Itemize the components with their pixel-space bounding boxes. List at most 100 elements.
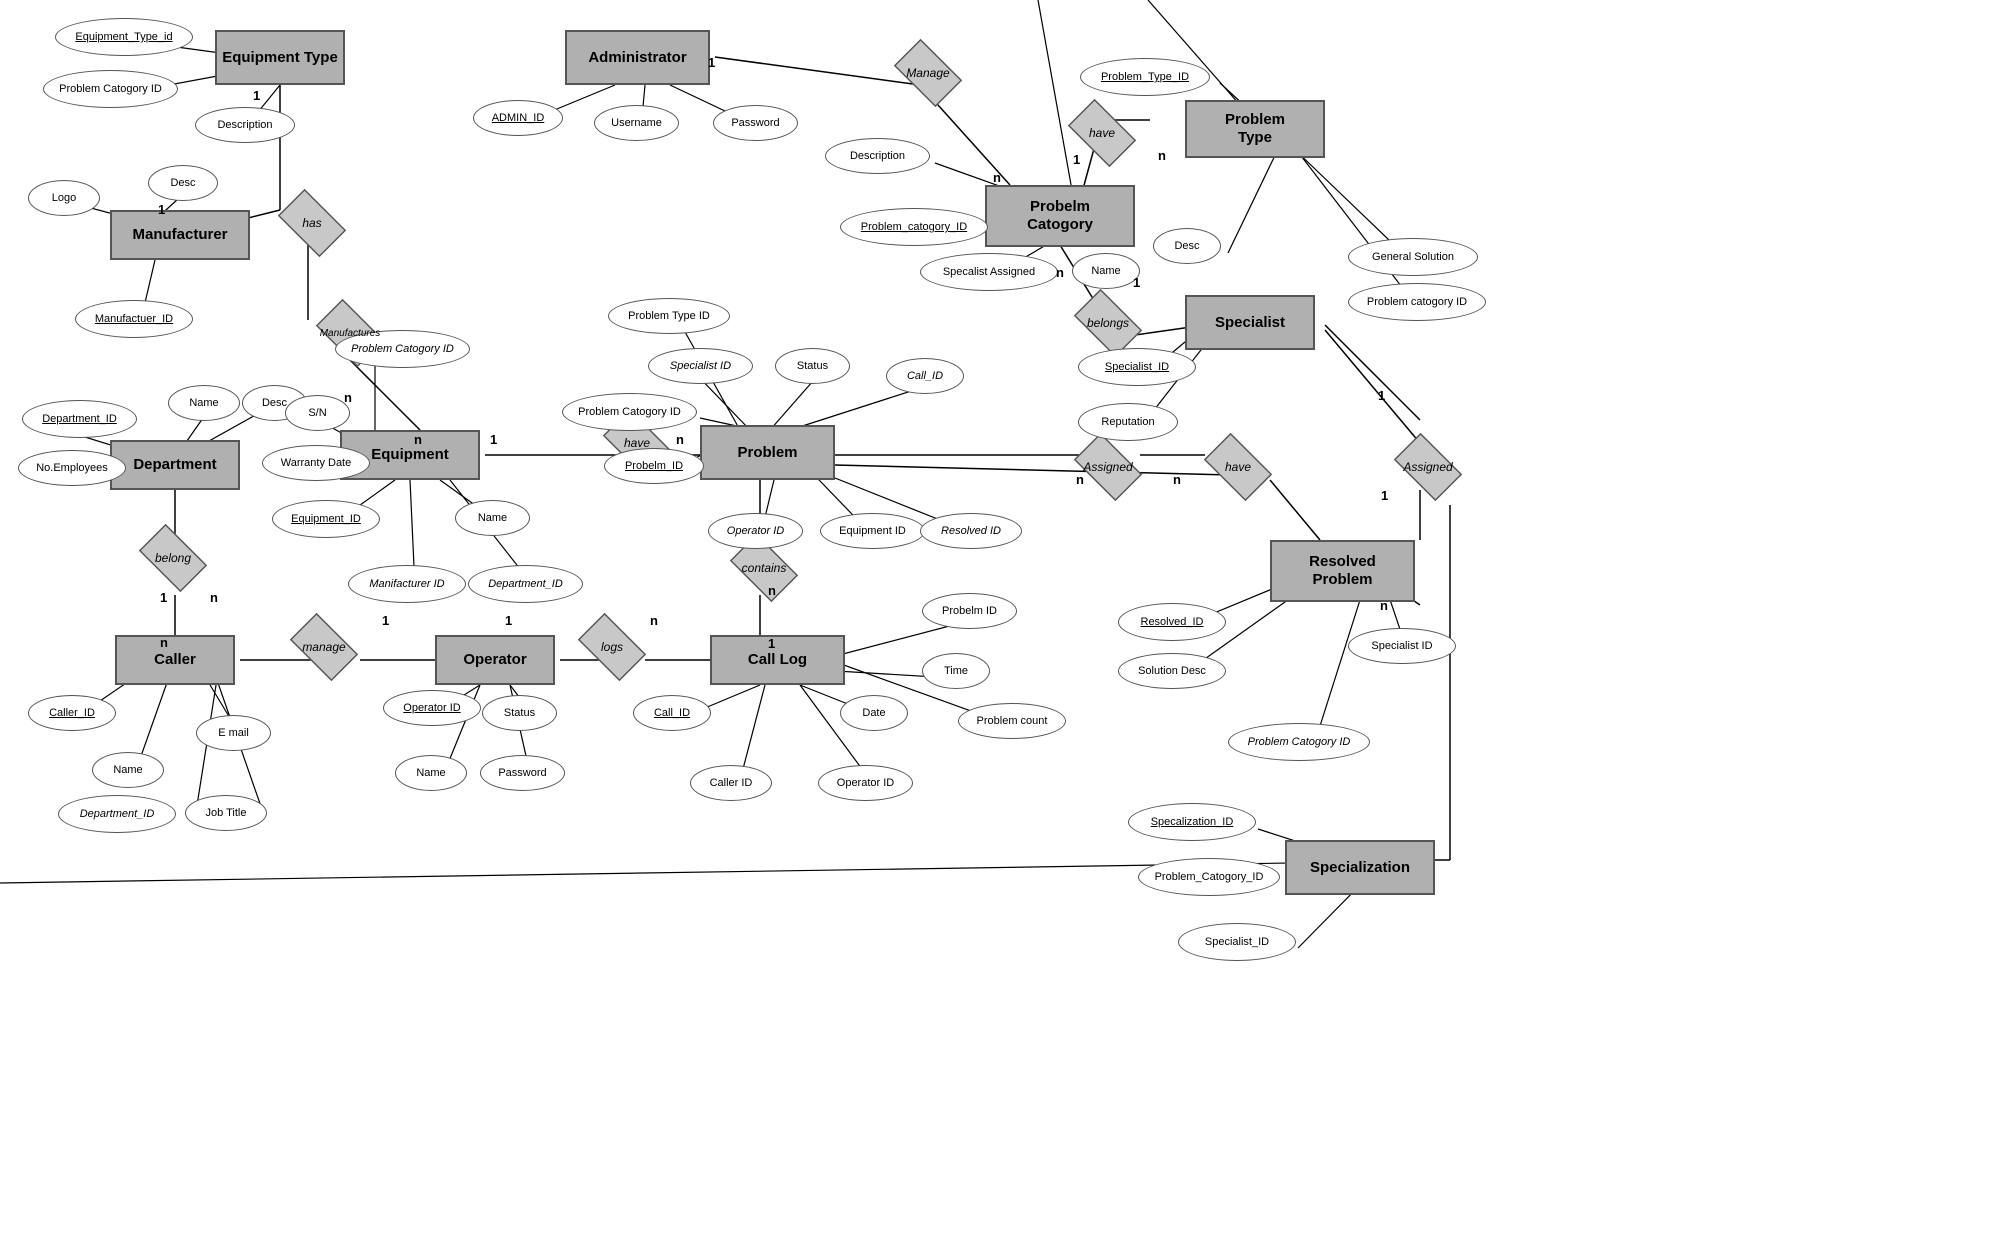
diamond-belong: belong [133, 533, 213, 583]
oval-equip-name: Name [455, 500, 530, 536]
oval-specialist-id-prob: Specialist ID [648, 348, 753, 384]
oval-caller-name: Name [92, 752, 164, 788]
entity-specialization: Specialization [1285, 840, 1435, 895]
oval-call-id-cl: Call_ID [633, 695, 711, 731]
card-manage-pc-n: n [993, 170, 1001, 185]
oval-caller-id-cl: Caller ID [690, 765, 772, 801]
oval-job-title: Job Title [185, 795, 267, 831]
oval-manf-id-equip: Manifacturer ID [348, 565, 466, 603]
card-assigned-n2: n [1173, 472, 1181, 487]
diamond-manage-admin: Manage [888, 48, 968, 98]
entity-specialist: Specialist [1185, 295, 1315, 350]
oval-prob-catogory-id-et: Problem Catogory ID [43, 70, 178, 108]
oval-equip-id-prob: Equipment ID [820, 513, 925, 549]
oval-resolved-id: Resolved ID [920, 513, 1022, 549]
diamond-contains: contains [724, 543, 804, 593]
oval-op-name: Name [395, 755, 467, 791]
oval-prob-catogory-id-pt: Problem catogory ID [1348, 283, 1486, 321]
oval-dept-id-caller: Department_ID [58, 795, 176, 833]
card-prob-n: n [676, 432, 684, 447]
card-caller-n: n [210, 590, 218, 605]
diamond-belongs: belongs [1068, 298, 1148, 348]
entity-problem-category: ProbelmCatogory [985, 185, 1135, 247]
oval-dept-id: Department_ID [22, 400, 137, 438]
oval-call-id-prob: Call_ID [886, 358, 964, 394]
oval-mfr-id: Manufactuer_ID [75, 300, 193, 338]
oval-specialist-id-sz: Specialist_ID [1178, 923, 1296, 961]
diamond-assigned2: Assigned [1388, 442, 1468, 492]
oval-pt-name: Name [1072, 253, 1140, 289]
oval-description-pc: Description [825, 138, 930, 174]
oval-op-status: Status [482, 695, 557, 731]
oval-prob-type-id: Problem Type ID [608, 298, 730, 334]
card-belongs-1: 1 [1133, 275, 1140, 290]
oval-resolved-id2: Resolved_ID [1118, 603, 1226, 641]
oval-specialist-id-sp: Specialist_ID [1078, 348, 1196, 386]
oval-probelm-id: Probelm_ID [604, 448, 704, 484]
diamond-logs: logs [572, 622, 652, 672]
entity-problem-type: ProblemType [1185, 100, 1325, 158]
oval-spec-id-sz: Specalization_ID [1128, 803, 1256, 841]
oval-cl-date: Date [840, 695, 908, 731]
oval-reputation: Reputation [1078, 403, 1178, 441]
card-assigned2-1: 1 [1378, 388, 1385, 403]
diamond-have-resolved: have [1198, 442, 1278, 492]
oval-gen-solution: General Solution [1348, 238, 1478, 276]
card-assigned2-1b: 1 [1381, 488, 1388, 503]
oval-specialist-id-rp: Specialist ID [1348, 628, 1456, 664]
oval-equipment-type-id: Equipment_Type_id [55, 18, 193, 56]
oval-op-id-prob: Operator ID [708, 513, 803, 549]
diamond-manage: manage [284, 622, 364, 672]
card-mfr-has: 1 [158, 202, 165, 217]
entity-problem: Problem [700, 425, 835, 480]
oval-status: Status [775, 348, 850, 384]
oval-cl-time: Time [922, 653, 990, 689]
entity-department: Department [110, 440, 240, 490]
oval-no-employees: No.Employees [18, 450, 126, 486]
oval-dept-id-equip: Department_ID [468, 565, 583, 603]
oval-op-id: Operator ID [383, 690, 481, 726]
oval-caller-id: Caller_ID [28, 695, 116, 731]
oval-warranty-date: Warranty Date [262, 445, 370, 481]
oval-email: E mail [196, 715, 271, 751]
oval-logo: Logo [28, 180, 100, 216]
oval-prob-catogory-id: Problem Catogory ID [562, 393, 697, 431]
card-have-pt-1: 1 [1073, 152, 1080, 167]
card-manage-1: 1 [382, 613, 389, 628]
oval-op-pass: Password [480, 755, 565, 791]
oval-username: Username [594, 105, 679, 141]
oval-specalist-assigned: Specalist Assigned [920, 253, 1058, 291]
entity-equipment-type: Equipment Type [215, 30, 345, 85]
card-belong-n: n [160, 635, 168, 650]
card-calllog-n: n [650, 613, 658, 628]
oval-pt-desc: Desc [1153, 228, 1221, 264]
card-belong-1: 1 [160, 590, 167, 605]
erd-diagram: Equipment Type Manufacturer Department C… [0, 0, 2000, 1250]
oval-prob-catogory-id-pc: Problem_catogory_ID [840, 208, 988, 246]
entity-operator: Operator [435, 635, 555, 685]
oval-description-et: Description [195, 107, 295, 143]
oval-solution-desc: Solution Desc [1118, 653, 1226, 689]
oval-dept-name: Name [168, 385, 240, 421]
entity-caller: Caller [115, 635, 235, 685]
card-assigned2-n: n [1380, 598, 1388, 613]
entity-calllog: Call Log [710, 635, 845, 685]
oval-desc-mfr: Desc [148, 165, 218, 201]
diamond-has: has [272, 198, 352, 248]
oval-sn: S/N [285, 395, 350, 431]
card-belongs-n: n [1056, 265, 1064, 280]
card-contains-n: n [768, 583, 776, 598]
oval-equip-id: Equipment_ID [272, 500, 380, 538]
card-assigned-n: n [1076, 472, 1084, 487]
oval-pt-id: Problem_Type_ID [1080, 58, 1210, 96]
card-admin-1: 1 [708, 55, 715, 70]
card-logs-1: 1 [505, 613, 512, 628]
card-have-1: 1 [490, 432, 497, 447]
oval-op-id-cl: Operator ID [818, 765, 913, 801]
oval-admin-id: ADMIN_ID [473, 100, 563, 136]
card-contains-1: 1 [768, 636, 775, 651]
card-equip-n: n [344, 390, 352, 405]
diamond-have-prob-type: have [1062, 108, 1142, 158]
oval-password: Password [713, 105, 798, 141]
card-have-n: n [414, 432, 422, 447]
